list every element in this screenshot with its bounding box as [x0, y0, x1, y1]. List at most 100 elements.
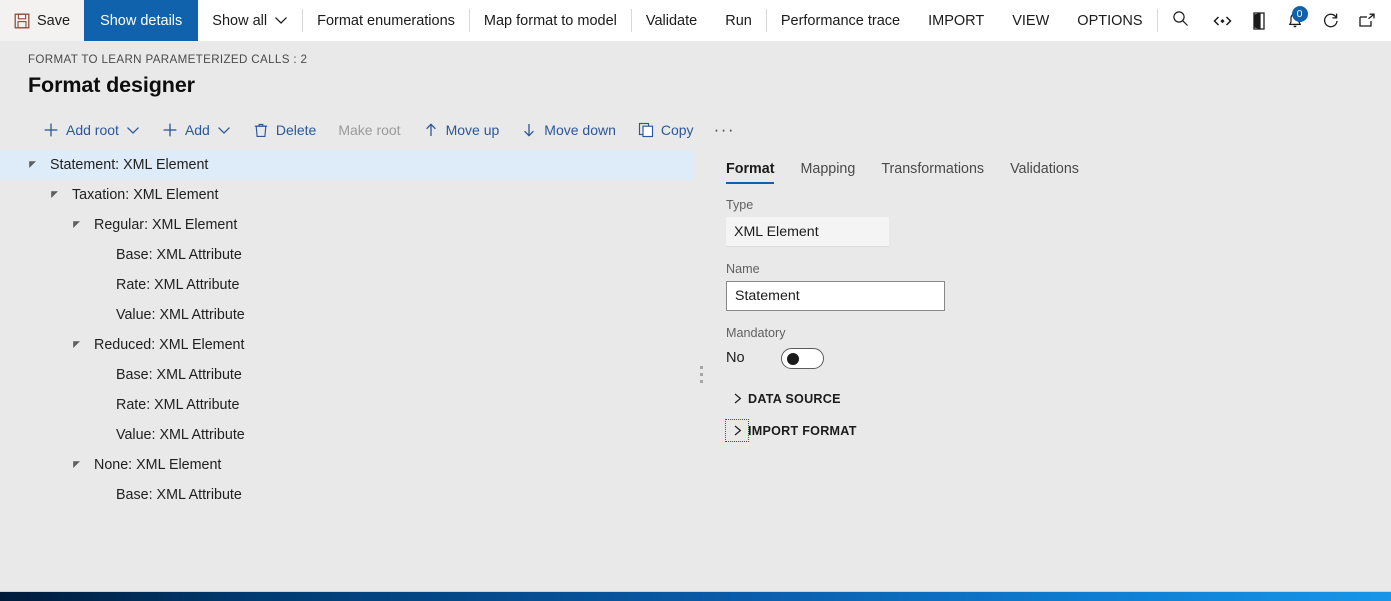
action-move-down[interactable]: Move down — [510, 115, 627, 145]
page-title: Format designer — [28, 73, 195, 97]
top-nav-show-details[interactable]: Show details — [84, 0, 199, 41]
tree-node[interactable]: Regular: XML Element — [0, 210, 694, 240]
format-tree: Statement: XML Element Taxation: XML Elem… — [0, 148, 694, 601]
mandatory-toggle[interactable] — [781, 347, 824, 369]
top-nav-map-format-to-model[interactable]: Map format to model — [470, 0, 631, 41]
section-import-format[interactable]: IMPORT FORMAT — [718, 418, 1391, 443]
top-nav-options[interactable]: OPTIONS — [1063, 0, 1156, 41]
tree-node-label: None: XML Element — [94, 457, 222, 473]
breadcrumb: FORMAT TO LEARN PARAMETERIZED CALLS : 2 — [28, 53, 308, 66]
pane-splitter[interactable] — [694, 148, 708, 601]
mandatory-field-group: Mandatory No — [718, 326, 1391, 371]
action-overflow-button[interactable]: ··· — [705, 115, 744, 145]
action-add-root[interactable]: Add root — [32, 115, 151, 145]
detail-pane: Format Mapping Transformations Validations … — [708, 148, 1391, 601]
type-value[interactable]: XML Element — [726, 217, 889, 247]
refresh-icon[interactable] — [1313, 0, 1349, 41]
action-label: Move up — [445, 122, 500, 138]
tree-expander-icon[interactable] — [50, 190, 72, 200]
detail-sections: DATA SOURCE IMPORT FORMAT — [718, 386, 1391, 443]
notification-count-badge: 0 — [1291, 6, 1308, 22]
tree-expander-icon[interactable] — [72, 340, 94, 350]
tab-mapping[interactable]: Mapping — [787, 161, 868, 184]
bottom-accent-bar — [0, 591, 1391, 601]
action-label: Move down — [544, 122, 616, 138]
notifications-icon[interactable]: 0 — [1277, 0, 1313, 41]
action-add[interactable]: Add — [151, 115, 242, 145]
splitter-grip-icon — [699, 366, 703, 383]
name-input[interactable] — [726, 281, 945, 311]
search-button[interactable] — [1158, 0, 1205, 41]
chevron-down-icon — [217, 124, 231, 137]
plus-icon — [43, 122, 59, 138]
top-nav-item-label: VIEW — [1012, 12, 1050, 29]
popout-icon[interactable] — [1349, 0, 1385, 41]
top-nav-performance-trace[interactable]: Performance trace — [767, 0, 914, 41]
arrow-up-icon — [423, 122, 439, 138]
top-nav-import[interactable]: IMPORT — [914, 0, 998, 41]
tree-node-label: Rate: XML Attribute — [116, 277, 240, 293]
company-icon[interactable] — [1241, 0, 1277, 41]
tree-node[interactable]: Statement: XML Element — [0, 150, 694, 180]
top-nav-item-label: OPTIONS — [1077, 12, 1143, 29]
search-icon — [1172, 10, 1189, 32]
mandatory-label: Mandatory — [726, 326, 786, 340]
detail-tabs: Format Mapping Transformations Validations — [718, 150, 1391, 184]
section-title: IMPORT FORMAT — [748, 423, 857, 438]
plus-icon — [162, 122, 178, 138]
action-copy[interactable]: Copy — [627, 115, 705, 145]
tree-node[interactable]: Base: XML Attribute — [0, 240, 694, 270]
action-delete[interactable]: Delete — [242, 115, 327, 145]
top-nav-format-enumerations[interactable]: Format enumerations — [303, 0, 469, 41]
action-move-up[interactable]: Move up — [412, 115, 511, 145]
mandatory-value: No — [726, 350, 745, 366]
tree-node[interactable]: Rate: XML Attribute — [0, 270, 694, 300]
tree-node[interactable]: Taxation: XML Element — [0, 180, 694, 210]
tree-node-label: Rate: XML Attribute — [116, 397, 240, 413]
top-nav-validate[interactable]: Validate — [632, 0, 711, 41]
top-nav-items: Save Show details Show all Format enumerati… — [0, 0, 1157, 41]
top-nav-view[interactable]: VIEW — [998, 0, 1063, 41]
tree-node-label: Value: XML Attribute — [116, 307, 245, 323]
feedback-icon[interactable] — [1205, 0, 1241, 41]
tree-node[interactable]: Base: XML Attribute — [0, 480, 694, 510]
top-nav-item-label: Run — [725, 12, 752, 29]
tab-format[interactable]: Format — [718, 161, 787, 184]
tree-node[interactable]: Value: XML Attribute — [0, 300, 694, 330]
close-icon[interactable] — [1385, 0, 1391, 41]
tab-validations[interactable]: Validations — [997, 161, 1092, 184]
copy-icon — [638, 122, 654, 138]
section-data-source[interactable]: DATA SOURCE — [718, 386, 1391, 411]
tree-expander-icon[interactable] — [72, 460, 94, 470]
tree-node[interactable]: None: XML Element — [0, 450, 694, 480]
tree-expander-icon[interactable] — [28, 160, 50, 170]
page-header: FORMAT TO LEARN PARAMETERIZED CALLS : 2 … — [0, 41, 1391, 104]
tab-transformations[interactable]: Transformations — [868, 161, 997, 184]
tree-node-label: Taxation: XML Element — [72, 187, 219, 203]
chevron-down-icon — [126, 124, 140, 137]
tree-node[interactable]: Base: XML Attribute — [0, 360, 694, 390]
tree-node[interactable]: Value: XML Attribute — [0, 420, 694, 450]
top-nav-item-label: Format enumerations — [317, 12, 455, 29]
main-content: Statement: XML Element Taxation: XML Elem… — [0, 148, 1391, 601]
type-label: Type — [726, 198, 754, 212]
chevron-right-icon — [725, 419, 749, 442]
top-nav-item-label: Save — [37, 12, 71, 29]
tree-node-label: Base: XML Attribute — [116, 487, 242, 503]
top-nav-save[interactable]: Save — [0, 0, 85, 41]
tree-node-label: Regular: XML Element — [94, 217, 238, 233]
top-nav-item-label: Map format to model — [483, 12, 617, 29]
name-field-group: Name — [718, 262, 1391, 311]
top-nav-item-label: IMPORT — [928, 12, 985, 29]
action-label: Add root — [66, 122, 119, 138]
name-label: Name — [726, 262, 760, 276]
tree-expander-icon[interactable] — [72, 220, 94, 230]
tree-node-label: Base: XML Attribute — [116, 367, 242, 383]
chevron-right-icon — [726, 393, 748, 404]
mandatory-toggle-row: No — [726, 345, 1391, 371]
top-nav-right-icons: 0 — [1205, 0, 1391, 41]
top-nav-show-all[interactable]: Show all — [198, 0, 302, 41]
top-nav-run[interactable]: Run — [711, 0, 766, 41]
tree-node[interactable]: Rate: XML Attribute — [0, 390, 694, 420]
tree-node[interactable]: Reduced: XML Element — [0, 330, 694, 360]
